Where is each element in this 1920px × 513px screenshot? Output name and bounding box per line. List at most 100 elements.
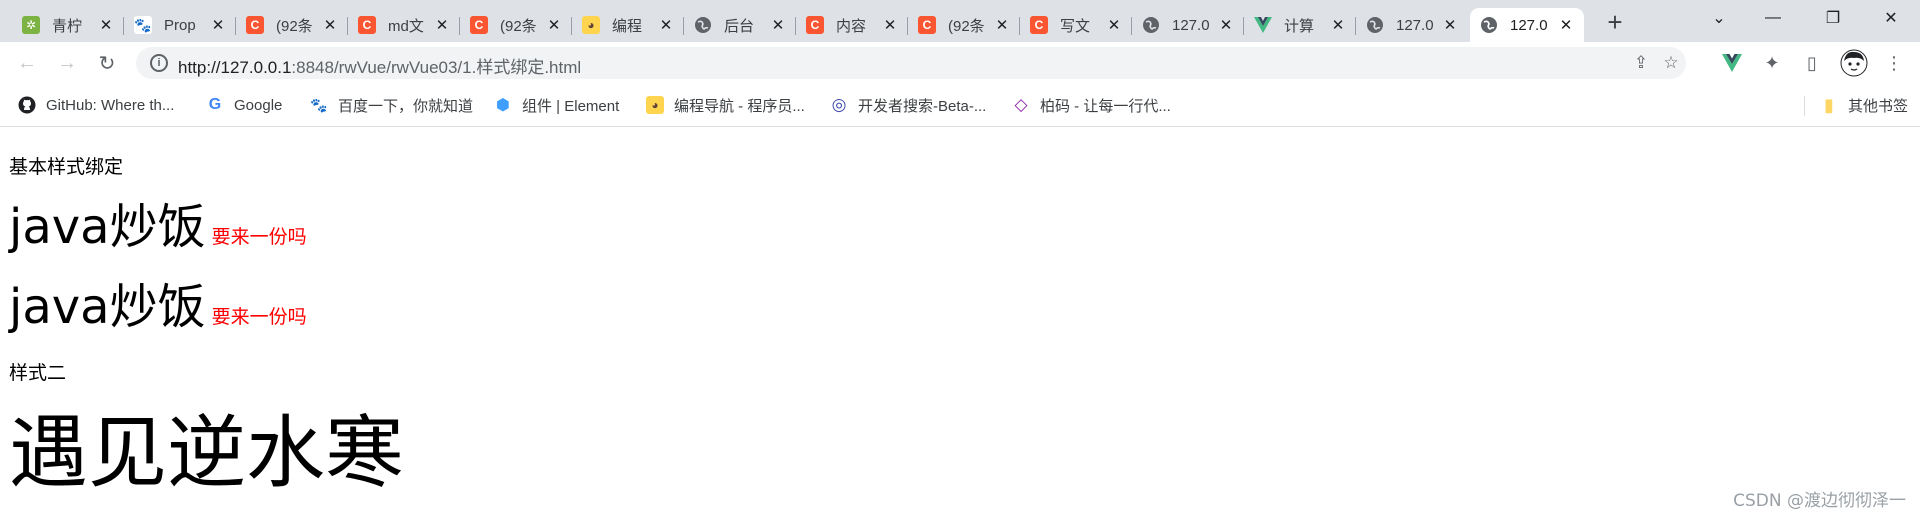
tab-title: 内容 (836, 17, 867, 35)
element-icon: ⬢ (496, 97, 510, 114)
close-icon[interactable]: ✕ (1558, 17, 1574, 34)
bookmark-element[interactable]: ⬢ 组件 | Element (494, 94, 619, 116)
profile-avatar-icon[interactable] (1840, 49, 1868, 77)
bookmarks-divider (1804, 96, 1805, 116)
lime-icon: ✲ (22, 16, 40, 34)
close-icon[interactable]: ✕ (882, 17, 898, 34)
tab-title: 青柠 (52, 17, 83, 35)
tab-title: 127.0 (1172, 16, 1210, 34)
bookmark-label: Google (234, 96, 283, 114)
site-info-icon[interactable]: i (150, 54, 168, 72)
close-icon[interactable]: ✕ (994, 17, 1010, 34)
tab-search-icon[interactable]: ⌄ (1696, 0, 1742, 36)
tab-10[interactable]: C 写文 ✕ (1020, 8, 1132, 42)
styled-row-2: java炒饭 要来一份吗 (9, 279, 307, 345)
minimize-icon[interactable]: — (1750, 0, 1796, 36)
csdn-icon: C (358, 16, 376, 34)
close-icon[interactable]: ✕ (1106, 17, 1122, 34)
tab-title: 编程 (612, 17, 643, 35)
close-icon[interactable]: ✕ (434, 17, 450, 34)
close-icon[interactable]: ✕ (1330, 17, 1346, 34)
tab-title: (92条 (276, 17, 313, 35)
csdn-icon: C (470, 16, 488, 34)
tab-9[interactable]: C (92条 ✕ (908, 8, 1020, 42)
extensions-icon[interactable]: ✦ (1760, 51, 1784, 75)
tab-8[interactable]: C 内容 ✕ (796, 8, 908, 42)
tab-title: (92条 (948, 17, 985, 35)
bookmark-star-icon[interactable]: ☆ (1660, 52, 1682, 74)
style-two-heading: 样式二 (9, 362, 67, 384)
tab-title: Prop (164, 16, 196, 34)
reload-button[interactable]: ↻ (92, 48, 122, 78)
address-bar[interactable]: i http://127.0.0.1:8848/rwVue/rwVue03/1.… (136, 47, 1686, 79)
close-icon[interactable]: ✕ (322, 17, 338, 34)
restore-icon[interactable]: ❐ (1810, 0, 1856, 36)
vue-devtools-icon[interactable] (1720, 51, 1744, 75)
devsearch-icon: ◎ (831, 95, 847, 114)
folder-icon: ▮ (1824, 94, 1834, 115)
vue-icon (1254, 16, 1272, 34)
red-small-text: 要来一份吗 (211, 226, 307, 248)
csdn-icon: C (806, 16, 824, 34)
baidu-paw-icon: 🐾 (134, 16, 152, 34)
styled-row-1: java炒饭 要来一份吗 (9, 199, 307, 265)
tab-title: 写文 (1060, 17, 1091, 35)
tab-title: 127.0 (1510, 16, 1548, 34)
url-path: :8848/rwVue/rwVue03/1.样式绑定.html (291, 58, 582, 77)
tab-13[interactable]: 127.0 ✕ (1356, 8, 1468, 42)
basic-style-heading: 基本样式绑定 (9, 156, 124, 178)
tab-6[interactable]: ◕ 编程 ✕ (572, 8, 684, 42)
google-icon: G (208, 96, 222, 113)
duck-icon: ◕ (582, 16, 600, 34)
close-icon[interactable]: ✕ (1218, 17, 1234, 34)
forward-button[interactable]: → (52, 48, 82, 78)
close-icon[interactable]: ✕ (210, 17, 226, 34)
tab-title: md文 (388, 17, 424, 35)
tab-7[interactable]: 后台 ✕ (684, 8, 796, 42)
bookmark-github[interactable]: GitHub: Where th... (18, 94, 174, 116)
tab-5[interactable]: C (92条 ✕ (460, 8, 572, 42)
bookmark-baima[interactable]: ◇ 柏码 - 让每一行代... (1012, 94, 1171, 116)
bookmark-google[interactable]: G Google (206, 94, 283, 116)
tab-strip: ✲ 青柠 ✕ 🐾 Prop ✕ C (92条 ✕ C md文 ✕ C (92条 … (0, 0, 1920, 42)
tab-title: 后台 (724, 17, 755, 35)
tab-14-active[interactable]: 127.0 ✕ (1470, 8, 1584, 42)
bookmark-label: 百度一下，你就知道 (338, 97, 474, 115)
tab-4[interactable]: C md文 ✕ (348, 8, 460, 42)
bookmark-label: GitHub: Where th... (46, 96, 175, 114)
back-button[interactable]: ← (12, 48, 42, 78)
tab-11[interactable]: 127.0 ✕ (1132, 8, 1244, 42)
new-tab-button[interactable]: + (1600, 7, 1630, 37)
big-text: java炒饭 (9, 279, 206, 335)
close-icon[interactable]: ✕ (546, 17, 562, 34)
bookmark-label: 其他书签 (1848, 97, 1909, 115)
bookmark-baidu[interactable]: 🐾 百度一下，你就知道 (310, 94, 473, 116)
github-icon (18, 96, 36, 114)
tab-3[interactable]: C (92条 ✕ (236, 8, 348, 42)
tab-1[interactable]: ✲ 青柠 ✕ (12, 8, 124, 42)
csdn-icon: C (918, 16, 936, 34)
page-content: 基本样式绑定 java炒饭 要来一份吗 java炒饭 要来一份吗 样式二 遇见逆水寒… (0, 127, 1920, 513)
baidu-paw-icon: 🐾 (310, 96, 328, 113)
bookmark-devsearch[interactable]: ◎ 开发者搜索-Beta-... (830, 94, 987, 116)
url-text[interactable]: http://127.0.0.1:8848/rwVue/rwVue03/1.样式… (178, 53, 581, 78)
window-close-icon[interactable]: ✕ (1868, 0, 1914, 36)
globe-icon (694, 16, 712, 34)
close-icon[interactable]: ✕ (770, 17, 786, 34)
close-icon[interactable]: ✕ (98, 17, 114, 34)
close-icon[interactable]: ✕ (658, 17, 674, 34)
sidepanel-icon[interactable]: ▯ (1800, 51, 1824, 75)
tab-title: 127.0 (1396, 16, 1434, 34)
close-icon[interactable]: ✕ (1442, 17, 1458, 34)
globe-icon (1480, 16, 1498, 34)
tab-2[interactable]: 🐾 Prop ✕ (124, 8, 236, 42)
bookmark-codenav[interactable]: ◕ 编程导航 - 程序员... (646, 94, 805, 116)
other-bookmarks[interactable]: ▮ 其他书签 (1820, 94, 1908, 116)
share-icon[interactable]: ⇪ (1630, 52, 1652, 74)
bookmark-label: 柏码 - 让每一行代... (1040, 97, 1171, 115)
browser-menu-icon[interactable]: ⋮ (1882, 51, 1906, 75)
csdn-icon: C (1030, 16, 1048, 34)
bookmarks-bar: GitHub: Where th... G Google 🐾 百度一下，你就知道… (0, 84, 1920, 127)
tab-12[interactable]: 计算 ✕ (1244, 8, 1356, 42)
bookmark-label: 编程导航 - 程序员... (674, 97, 805, 115)
